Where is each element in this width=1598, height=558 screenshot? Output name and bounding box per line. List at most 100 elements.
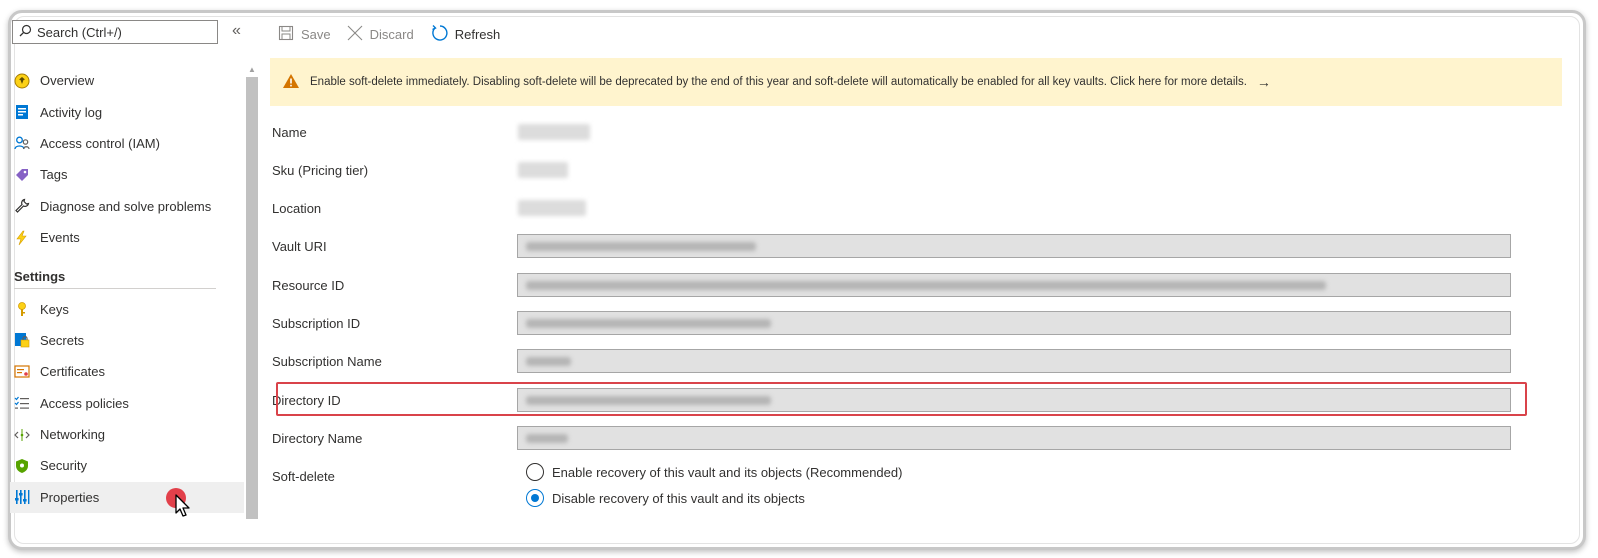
sidebar-item-label: Tags [40, 167, 68, 183]
properties-icon [14, 489, 30, 505]
collapse-sidebar-button[interactable]: « [232, 22, 241, 40]
sidebar-item-keys[interactable]: Keys [10, 293, 238, 324]
sidebar-scrollbar[interactable]: ▲ [246, 63, 258, 519]
soft-delete-disable-option[interactable]: Disable recovery of this vault and its o… [526, 489, 805, 507]
directory-name-value-redacted [526, 433, 568, 443]
sidebar-item-label: Activity log [40, 104, 103, 120]
activity-log-icon [14, 104, 30, 120]
close-icon [347, 25, 363, 44]
subscription-id-label: Subscription ID [272, 316, 361, 331]
resource-id-field[interactable] [517, 273, 1511, 297]
settings-divider [14, 288, 216, 289]
main-content: Save Discard Refresh Enable soft-delete … [270, 18, 1568, 528]
scroll-up-icon[interactable]: ▲ [248, 65, 256, 74]
sidebar-item-access-control[interactable]: Access control (IAM) [10, 128, 238, 159]
directory-name-row: Directory Name [270, 426, 1570, 451]
sku-label: Sku (Pricing tier) [272, 163, 369, 178]
location-label: Location [272, 201, 322, 216]
sidebar-item-label: Keys [40, 301, 69, 317]
scroll-thumb[interactable] [246, 77, 258, 519]
sidebar-item-diagnose[interactable]: Diagnose and solve problems [10, 191, 238, 222]
sidebar-item-networking[interactable]: Networking [10, 419, 238, 450]
discard-label: Discard [369, 26, 414, 42]
vault-uri-field[interactable] [517, 234, 1511, 258]
vault-uri-label: Vault URI [272, 239, 327, 254]
wrench-icon [14, 198, 30, 214]
radio-enable-label: Enable recovery of this vault and its ob… [552, 464, 903, 480]
sidebar-item-security[interactable]: Security [10, 450, 238, 481]
search-box[interactable] [12, 20, 218, 44]
mouse-cursor-icon [175, 494, 190, 517]
warning-icon [282, 73, 300, 92]
sku-value-redacted [518, 162, 568, 178]
resource-id-value-redacted [526, 280, 1326, 290]
sidebar-item-overview[interactable]: Overview [10, 65, 238, 96]
sidebar-item-properties[interactable]: Properties [10, 481, 244, 514]
sidebar-item-label: Networking [40, 427, 106, 443]
sidebar-item-tags[interactable]: Tags [10, 159, 238, 190]
subscription-name-field[interactable] [517, 349, 1511, 373]
sidebar-item-access-policies[interactable]: Access policies [10, 388, 238, 419]
vault-uri-value-redacted [526, 241, 756, 251]
save-button[interactable]: Save [278, 25, 331, 44]
search-input[interactable] [37, 24, 207, 40]
save-icon [278, 25, 294, 44]
resource-id-row: Resource ID [270, 273, 1570, 298]
subscription-name-label: Subscription Name [272, 354, 382, 369]
overview-icon [14, 73, 30, 89]
subscription-name-value-redacted [526, 356, 571, 366]
name-label: Name [272, 125, 307, 140]
location-value-redacted [518, 200, 586, 216]
subscription-id-row: Subscription ID [270, 311, 1570, 336]
soft-delete-enable-option[interactable]: Enable recovery of this vault and its ob… [526, 463, 902, 481]
sidebar: « Overview Activity log Access control (… [10, 18, 258, 528]
sidebar-item-label: Events [40, 230, 80, 246]
sidebar-item-label: Security [40, 458, 87, 474]
secret-icon [14, 332, 30, 348]
sidebar-item-activity-log[interactable]: Activity log [10, 96, 238, 127]
refresh-button[interactable]: Refresh [430, 24, 501, 45]
soft-delete-label: Soft-delete [272, 469, 335, 484]
sidebar-item-secrets[interactable]: Secrets [10, 325, 238, 356]
search-icon [19, 24, 32, 40]
tag-icon [14, 167, 30, 183]
sidebar-item-label: Overview [40, 73, 95, 89]
subscription-id-value-redacted [526, 318, 771, 328]
arrow-right-icon: → [1256, 74, 1271, 90]
access-control-icon [14, 135, 30, 151]
directory-name-label: Directory Name [272, 431, 363, 446]
sidebar-item-label: Access control (IAM) [40, 135, 160, 151]
directory-name-field[interactable] [517, 426, 1511, 450]
shield-icon [14, 458, 30, 474]
radio-disable-recovery[interactable] [526, 489, 544, 507]
key-icon [14, 301, 30, 317]
sidebar-item-label: Secrets [40, 332, 85, 348]
refresh-label: Refresh [454, 26, 501, 42]
name-value-redacted [518, 124, 590, 140]
radio-disable-label: Disable recovery of this vault and its o… [552, 490, 805, 506]
banner-text: Enable soft-delete immediately. Disablin… [310, 76, 1247, 88]
soft-delete-row: Soft-delete [270, 465, 1570, 489]
directory-id-highlight [276, 382, 1527, 416]
vault-uri-row: Vault URI [270, 234, 1570, 259]
location-row: Location [270, 197, 1570, 221]
sidebar-item-label: Certificates [40, 364, 106, 380]
sidebar-item-label: Access policies [40, 395, 129, 411]
access-policies-icon [14, 395, 30, 411]
subscription-name-row: Subscription Name [270, 349, 1570, 374]
certificate-icon [14, 364, 30, 380]
toolbar: Save Discard Refresh [278, 22, 500, 46]
discard-button[interactable]: Discard [347, 25, 414, 44]
sidebar-item-label: Properties [40, 489, 100, 505]
subscription-id-field[interactable] [517, 311, 1511, 335]
sidebar-item-events[interactable]: Events [10, 222, 238, 253]
lightning-icon [14, 230, 30, 246]
sidebar-item-certificates[interactable]: Certificates [10, 356, 238, 387]
sku-row: Sku (Pricing tier) [270, 159, 1570, 183]
soft-delete-warning-banner[interactable]: Enable soft-delete immediately. Disablin… [270, 58, 1562, 106]
resource-id-label: Resource ID [272, 278, 345, 293]
save-label: Save [301, 26, 331, 42]
sidebar-item-label: Diagnose and solve problems [40, 198, 212, 214]
radio-enable-recovery[interactable] [526, 463, 544, 481]
networking-icon [14, 427, 30, 443]
